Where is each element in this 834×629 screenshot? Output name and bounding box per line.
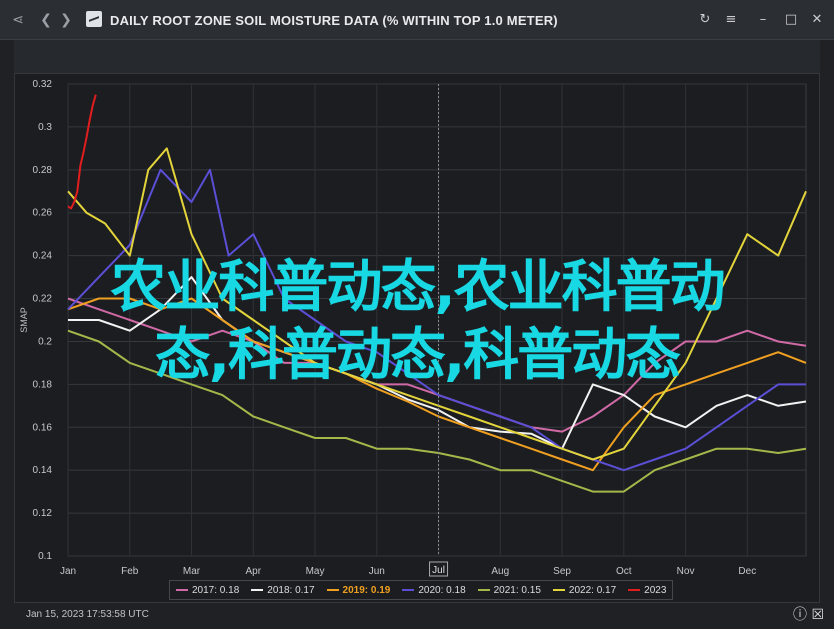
legend-swatch xyxy=(552,589,565,591)
close-panel-icon[interactable]: ☒ xyxy=(811,607,824,623)
overlay-text-line-2: 态,科普动态,科普动态 xyxy=(154,323,682,388)
legend-swatch xyxy=(628,589,641,591)
x-tick-label: Jan xyxy=(60,566,76,577)
x-tick-label: Aug xyxy=(491,566,509,577)
legend-item-2018[interactable]: 2018: 0.17 xyxy=(251,584,315,596)
legend-label: 2022: 0.17 xyxy=(568,584,617,596)
plot-background xyxy=(67,83,807,557)
legend-item-2020[interactable]: 2020: 0.18 xyxy=(402,584,466,596)
y-tick-label: 0.16 xyxy=(33,422,53,433)
minimize-button[interactable]: – xyxy=(752,9,774,31)
legend-item-2019[interactable]: 2019: 0.19 xyxy=(326,584,391,596)
legend-swatch xyxy=(402,589,415,591)
x-tick-label: Dec xyxy=(738,566,756,577)
legend-label: 2019: 0.19 xyxy=(342,584,391,596)
hover-month-label: Jul xyxy=(432,565,445,576)
footer-timestamp: Jan 15, 2023 17:53:58 UTC xyxy=(26,609,149,620)
y-tick-label: 0.28 xyxy=(33,165,53,176)
legend-item-2022[interactable]: 2022: 0.17 xyxy=(552,584,617,596)
footer-icons: ⓘ ☒ xyxy=(793,604,824,624)
x-tick-label: Feb xyxy=(121,566,139,577)
overlay-text-line-1: 农业科普动态,农业科普动 xyxy=(110,255,725,320)
x-tick-label: Oct xyxy=(616,566,632,577)
legend-swatch xyxy=(176,589,188,591)
legend-item-2017[interactable]: 2017: 0.18 xyxy=(176,585,239,596)
app-logo-icon xyxy=(86,11,102,27)
window-title: DAILY ROOT ZONE SOIL MOISTURE DATA (% WI… xyxy=(110,13,558,28)
x-tick-label: Jun xyxy=(369,566,385,577)
legend-label: 2020: 0.18 xyxy=(418,584,466,596)
y-tick-label: 0.26 xyxy=(33,208,53,219)
title-bar: ⋖ ❮ ❯ DAILY ROOT ZONE SOIL MOISTURE DATA… xyxy=(0,0,834,40)
legend-swatch xyxy=(326,589,339,591)
hamburger-menu-icon[interactable]: ≡ xyxy=(720,9,742,31)
legend-swatch xyxy=(477,589,490,591)
x-tick-label: Sep xyxy=(553,566,571,577)
x-tick-label: Apr xyxy=(245,566,261,577)
legend-item-2023[interactable]: 2023 xyxy=(628,585,666,596)
legend-label: 2023 xyxy=(644,584,667,596)
legend-item-2021[interactable]: 2021: 0.15 xyxy=(477,584,541,596)
y-tick-label: 0.3 xyxy=(38,122,52,133)
legend-label: 2017: 0.18 xyxy=(192,584,240,596)
legend-label: 2018: 0.17 xyxy=(267,584,315,596)
maximize-button[interactable]: □ xyxy=(780,9,802,31)
info-icon[interactable]: ⓘ xyxy=(793,607,807,623)
legend-label: 2021: 0.15 xyxy=(493,584,541,596)
x-tick-label: May xyxy=(306,566,325,577)
refresh-icon[interactable]: ↻ xyxy=(694,9,716,31)
chevron-right-icon[interactable]: ❯ xyxy=(56,10,76,30)
y-tick-label: 0.14 xyxy=(33,465,53,476)
close-button[interactable]: ✕ xyxy=(806,9,828,31)
chart-legend: 2017: 0.18 2018: 0.17 2019: 0.19 2020: 0.18… xyxy=(169,580,674,600)
y-tick-label: 0.1 xyxy=(38,551,52,562)
share-icon[interactable]: ⋖ xyxy=(8,10,28,30)
y-tick-label: 0.32 xyxy=(33,79,53,90)
y-tick-label: 0.12 xyxy=(33,508,53,519)
x-tick-label: Nov xyxy=(677,566,695,577)
x-tick-label: Mar xyxy=(183,566,201,577)
legend-swatch xyxy=(251,589,264,591)
chevron-left-icon[interactable]: ❮ xyxy=(36,10,56,30)
chart-toolbar-panel xyxy=(14,40,820,73)
